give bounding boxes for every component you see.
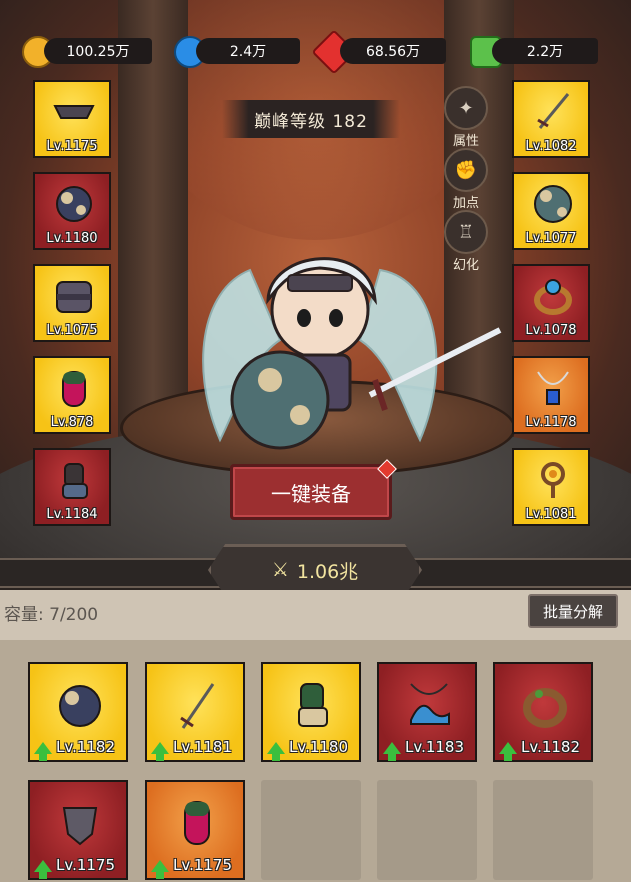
one-click-equip-button[interactable]: 一键装备: [230, 464, 392, 520]
item-level: Lv.1180: [289, 738, 349, 756]
cash-value: 2.2万: [526, 44, 564, 60]
item-level: Lv.1182: [521, 738, 581, 756]
item-level: Lv.1183: [405, 738, 465, 756]
slot-level: Lv.1184: [46, 507, 98, 522]
slot-level: Lv.1180: [46, 231, 98, 246]
transform-button[interactable]: ♖ 幻化: [444, 210, 488, 273]
boots-icon: [62, 463, 88, 499]
hero-eye-left: [297, 309, 311, 327]
inventory-item[interactable]: Lv.1182: [28, 662, 128, 762]
inventory-item[interactable]: Lv.1183: [377, 662, 477, 762]
empty-slot[interactable]: [261, 780, 361, 880]
fist-icon: ✊: [444, 148, 488, 192]
upgrade-arrow-icon: [267, 742, 285, 761]
hero-shield: [230, 350, 330, 450]
item-level: Lv.1175: [173, 856, 233, 874]
combat-power-plate: ⚔ 1.06兆: [208, 544, 422, 596]
shoulder-armor-icon: [56, 186, 92, 222]
equip-slot-helmet[interactable]: Lv.1175: [33, 80, 111, 158]
hero-eye-right: [329, 309, 343, 327]
inventory-header: 容量: 7/200 批量分解: [0, 590, 631, 640]
boots-icon: [298, 683, 328, 727]
sword-icon: [537, 93, 570, 129]
inventory-item[interactable]: Lv.1182: [493, 662, 593, 762]
glove-icon: [62, 371, 86, 407]
orb-counter: 2.4万: [196, 38, 300, 64]
sword-icon: [180, 683, 215, 729]
slot-level: Lv.1082: [525, 139, 577, 154]
crossed-swords-icon: ⚔: [271, 559, 289, 581]
attribute-icon: ✦: [444, 86, 488, 130]
add-points-button[interactable]: ✊ 加点: [444, 148, 488, 211]
chest-armor-icon: [56, 281, 92, 313]
gem-value: 68.56万: [365, 44, 421, 60]
batch-decompose-button[interactable]: 批量分解: [528, 594, 618, 628]
capacity-label: 容量: 7/200: [4, 605, 99, 625]
equip-slot-shield[interactable]: Lv.1077: [512, 172, 590, 250]
hero-scene: 100.25万 2.4万 68.56万 2.2万 巅峰等级 182 ✦ 属性 ✊…: [0, 0, 631, 578]
attribute-label: 属性: [452, 134, 479, 149]
upgrade-arrow-icon: [151, 860, 169, 879]
inventory-item[interactable]: Lv.1180: [261, 662, 361, 762]
item-level: Lv.1175: [56, 856, 116, 874]
ring-icon: [534, 279, 572, 315]
equip-slot-shoulder[interactable]: Lv.1180: [33, 172, 111, 250]
helmet-visor-icon: [53, 105, 95, 119]
upgrade-arrow-icon: [383, 742, 401, 761]
shield-icon: [534, 185, 572, 223]
slot-level: Lv.1081: [525, 507, 577, 522]
slot-level: Lv.1075: [46, 323, 98, 338]
necklace-icon: [537, 371, 569, 405]
transform-label: 幻化: [452, 258, 479, 273]
item-level: Lv.1181: [173, 738, 233, 756]
slot-level: Lv.1178: [525, 415, 577, 430]
slot-level: Lv.878: [50, 415, 94, 430]
equip-slot-glove[interactable]: Lv.878: [33, 356, 111, 434]
hero-helmet: [287, 274, 353, 292]
amulet-icon: [541, 462, 565, 498]
inventory-item[interactable]: Lv.1175: [28, 780, 128, 880]
upgrade-arrow-icon: [499, 742, 517, 761]
cash-counter: 2.2万: [492, 38, 598, 64]
vine-ring-icon: [523, 688, 567, 728]
empty-slot[interactable]: [377, 780, 477, 880]
gem-counter: 68.56万: [340, 38, 446, 64]
glove-icon: [184, 801, 210, 845]
upgrade-arrow-icon: [151, 742, 169, 761]
equip-slot-amulet[interactable]: Lv.1081: [512, 448, 590, 526]
item-level: Lv.1182: [56, 738, 116, 756]
equip-slot-chest[interactable]: Lv.1075: [33, 264, 111, 342]
inventory-item[interactable]: Lv.1175: [145, 780, 245, 880]
shoulder-armor-icon: [59, 685, 101, 727]
attribute-button[interactable]: ✦ 属性: [444, 86, 488, 149]
gold-counter: 100.25万: [44, 38, 152, 64]
slot-level: Lv.1078: [525, 323, 577, 338]
gold-value: 100.25万: [66, 44, 130, 60]
orb-value: 2.4万: [229, 44, 267, 60]
slot-level: Lv.1077: [525, 231, 577, 246]
shield-icon: [62, 807, 98, 846]
inventory-item[interactable]: Lv.1181: [145, 662, 245, 762]
add-points-label: 加点: [452, 196, 479, 211]
upgrade-arrow-icon: [34, 742, 52, 761]
wave-necklace-icon: [410, 683, 450, 725]
inventory-panel: 容量: 7/200 批量分解 Lv.1182 Lv.1181 Lv.1180 L…: [0, 590, 631, 882]
inventory-grid: Lv.1182 Lv.1181 Lv.1180 Lv.1183 Lv.1182 …: [0, 640, 631, 882]
empty-slot[interactable]: [493, 780, 593, 880]
shield-spot: [258, 368, 282, 392]
upgrade-arrow-icon: [34, 860, 52, 879]
shield-spot: [290, 405, 310, 425]
slot-level: Lv.1175: [46, 139, 98, 154]
equip-slot-ring[interactable]: Lv.1078: [512, 264, 590, 342]
peak-level-label: 巅峰等级 182: [222, 100, 400, 138]
equip-slot-necklace[interactable]: Lv.1178: [512, 356, 590, 434]
equip-slot-weapon[interactable]: Lv.1082: [512, 80, 590, 158]
combat-power-value: 1.06兆: [296, 560, 359, 583]
equip-slot-boots[interactable]: Lv.1184: [33, 448, 111, 526]
outfit-icon: ♖: [444, 210, 488, 254]
